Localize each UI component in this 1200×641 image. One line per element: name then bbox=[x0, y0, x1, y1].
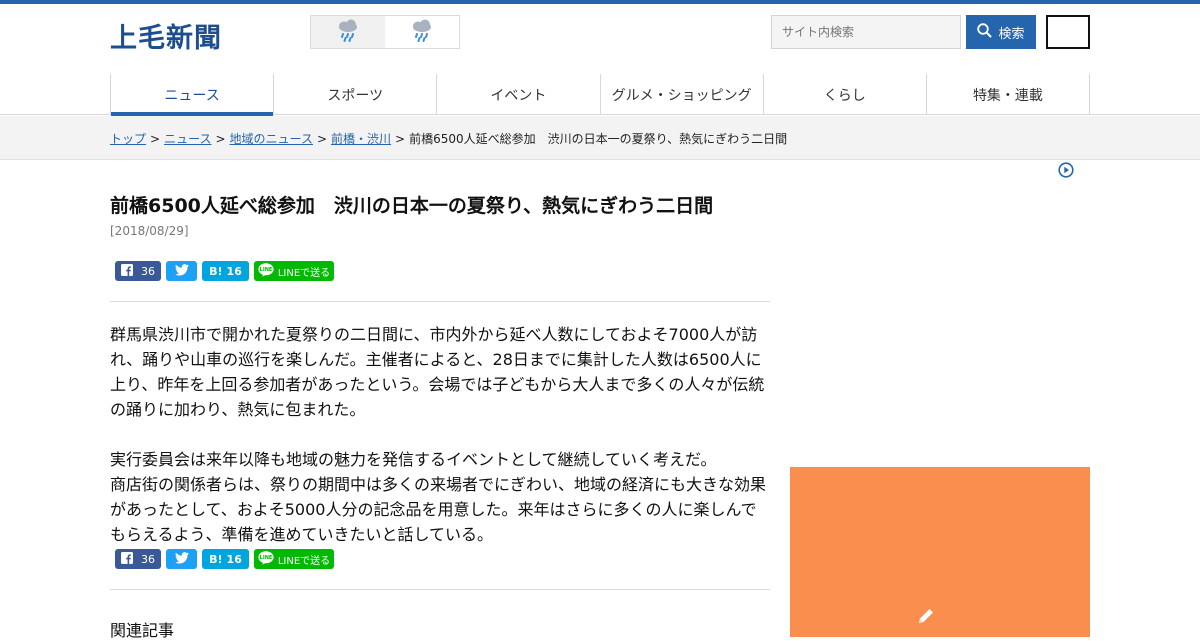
hatena-label: B! bbox=[209, 264, 223, 278]
nav-label: ニュース bbox=[164, 87, 220, 104]
facebook-share-button[interactable]: 36 bbox=[115, 549, 161, 569]
sidebar-ad[interactable] bbox=[790, 467, 1090, 637]
breadcrumb-current: 前橋6500人延べ総参加 渋川の日本一の夏祭り、熱気にぎわう二日間 bbox=[409, 132, 788, 146]
rain-cloud-icon bbox=[409, 17, 435, 47]
article-paragraph: 群馬県渋川市で開かれた夏祭りの二日間に、市内外から延べ人数にしておよそ7000人… bbox=[110, 325, 765, 419]
divider bbox=[110, 301, 770, 302]
facebook-icon bbox=[121, 551, 133, 567]
search-button-label: 検索 bbox=[998, 26, 1025, 42]
facebook-count: 36 bbox=[141, 264, 155, 278]
line-icon: LINE bbox=[258, 550, 274, 568]
line-label: LINEで送る bbox=[277, 267, 331, 279]
nav-item-sports[interactable]: スポーツ bbox=[273, 74, 436, 115]
facebook-count: 36 bbox=[141, 552, 155, 566]
weather-widget[interactable] bbox=[310, 15, 460, 49]
site-header: 上毛新聞 サイト内検索 検索 ニュース スポーツ イベント グルメ・ショッピング… bbox=[0, 4, 1200, 116]
nav-label: くらし bbox=[823, 87, 866, 104]
hatena-bookmark-button[interactable]: B! 16 bbox=[202, 549, 249, 569]
menu-button[interactable] bbox=[1046, 15, 1090, 49]
weather-today[interactable] bbox=[311, 16, 385, 48]
article-date: [2018/08/29] bbox=[110, 224, 189, 238]
related-articles-heading: 関連記事 bbox=[110, 621, 175, 640]
hatena-label: B! bbox=[209, 552, 223, 566]
nav-item-events[interactable]: イベント bbox=[436, 74, 599, 115]
nav-item-life[interactable]: くらし bbox=[762, 74, 926, 115]
twitter-icon bbox=[174, 263, 189, 279]
breadcrumb-separator: > bbox=[316, 132, 328, 146]
facebook-icon bbox=[121, 263, 133, 279]
twitter-share-button[interactable] bbox=[166, 261, 197, 281]
nav-item-news[interactable]: ニュース bbox=[110, 74, 274, 116]
divider bbox=[110, 589, 770, 590]
global-nav: ニュース スポーツ イベント グルメ・ショッピング くらし 特集・連載 bbox=[110, 74, 1091, 116]
breadcrumb: トップ > ニュース > 地域のニュース > 前橋・渋川 > 前橋6500人延べ総参加 渋川の日… bbox=[0, 116, 1200, 160]
hatena-count: 16 bbox=[226, 552, 242, 566]
breadcrumb-separator: > bbox=[215, 132, 226, 146]
svg-text:LINE: LINE bbox=[260, 267, 273, 273]
share-buttons-top: 36 B! 16 LINE LINEで送る bbox=[115, 261, 334, 281]
nav-label: 特集・連載 bbox=[972, 87, 1043, 104]
share-buttons-bottom: 36 B! 16 LINE LINEで送る bbox=[115, 549, 334, 569]
search-button[interactable]: 検索 bbox=[966, 15, 1036, 49]
breadcrumb-link-top[interactable]: トップ bbox=[110, 132, 146, 146]
site-logo[interactable]: 上毛新聞 bbox=[110, 16, 222, 55]
article-headline: 前橋6500人延べ総参加 渋川の日本一の夏祭り、熱気にぎわう二日間 bbox=[110, 195, 714, 217]
ad-choices-icon[interactable] bbox=[1058, 162, 1074, 182]
breadcrumb-link-local[interactable]: 地域のニュース bbox=[230, 132, 313, 146]
facebook-share-button[interactable]: 36 bbox=[115, 261, 161, 281]
nav-label: グルメ・ショッピング bbox=[611, 87, 752, 104]
nav-label: スポーツ bbox=[327, 87, 384, 104]
twitter-share-button[interactable] bbox=[166, 549, 197, 569]
breadcrumb-link-area[interactable]: 前橋・渋川 bbox=[331, 132, 391, 146]
article-header: 前橋6500人延べ総参加 渋川の日本一の夏祭り、熱気にぎわう二日間 [2018/… bbox=[110, 192, 770, 238]
search-input[interactable] bbox=[771, 15, 961, 49]
article-paragraph: 商店街の関係者らは、祭りの期間中は多くの来場者でにぎわい、地域の経済にも大きな効… bbox=[110, 475, 767, 544]
line-label: LINEで送る bbox=[277, 555, 331, 567]
breadcrumb-separator: > bbox=[395, 132, 406, 146]
article-body: 群馬県渋川市で開かれた夏祭りの二日間に、市内外から延べ人数にしておよそ7000人… bbox=[110, 322, 770, 572]
line-icon: LINE bbox=[258, 262, 274, 280]
breadcrumb-link-news[interactable]: ニュース bbox=[164, 132, 211, 146]
weather-tomorrow[interactable] bbox=[385, 16, 459, 48]
line-share-button[interactable]: LINE LINEで送る bbox=[254, 261, 334, 281]
nav-label: イベント bbox=[490, 87, 547, 104]
hatena-count: 16 bbox=[226, 264, 242, 278]
line-share-button[interactable]: LINE LINEで送る bbox=[254, 549, 334, 569]
nav-item-gourmet[interactable]: グルメ・ショッピング bbox=[599, 74, 763, 115]
nav-item-features[interactable]: 特集・連載 bbox=[925, 74, 1091, 115]
search-icon bbox=[977, 22, 992, 42]
breadcrumb-separator: > bbox=[150, 132, 161, 146]
svg-text:LINE: LINE bbox=[260, 555, 273, 561]
article-paragraph: 実行委員会は来年以降も地域の魅力を発信するイベントとして継続していく考えだ。 bbox=[110, 450, 717, 469]
pencil-icon[interactable] bbox=[916, 606, 936, 630]
hatena-bookmark-button[interactable]: B! 16 bbox=[202, 261, 249, 281]
twitter-icon bbox=[174, 551, 189, 567]
rain-cloud-icon bbox=[335, 17, 361, 47]
